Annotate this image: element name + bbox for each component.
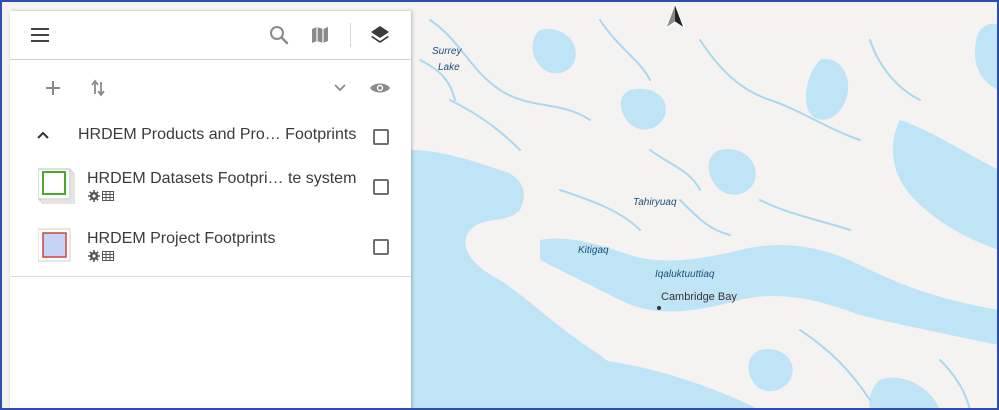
layer-datasets-icons <box>88 190 114 202</box>
datasets-visibility-checkbox[interactable] <box>373 179 389 195</box>
project-legend-thumbnail <box>37 227 74 263</box>
datasets-legend-thumbnail <box>37 167 75 204</box>
gear-icon[interactable] <box>88 190 100 202</box>
layer-list-divider <box>10 276 411 277</box>
layer-project-icons <box>88 250 114 262</box>
layer-name-datasets[interactable]: HRDEM Datasets Footpri… te system <box>87 170 356 188</box>
sort-arrows-icon[interactable] <box>86 76 110 100</box>
map-label-surrey: Surrey <box>432 46 462 57</box>
layers-panel: HRDEM Products and Pro… Footprints HRDEM… <box>10 11 411 410</box>
map-label-tahiryuaq: Tahiryuaq <box>633 197 677 208</box>
table-icon[interactable] <box>102 190 114 202</box>
map-icon[interactable] <box>308 23 332 47</box>
table-icon[interactable] <box>102 250 114 262</box>
panel-toolbar <box>10 11 411 60</box>
cambridge-bay-marker <box>657 306 661 310</box>
layers-icon[interactable] <box>368 23 392 47</box>
layer-name-project[interactable]: HRDEM Project Footprints <box>87 230 276 248</box>
chevron-down-icon[interactable] <box>328 76 352 100</box>
search-icon[interactable] <box>267 23 291 47</box>
hamburger-menu-icon[interactable] <box>28 23 52 47</box>
layer-group-title[interactable]: HRDEM Products and Pro… Footprints <box>78 126 356 144</box>
plus-icon[interactable] <box>41 76 65 100</box>
map-label-lake: Lake <box>438 62 460 73</box>
group-visibility-checkbox[interactable] <box>373 129 389 145</box>
collapse-group-chevron-icon[interactable] <box>36 125 50 145</box>
gear-icon[interactable] <box>88 250 100 262</box>
eye-icon[interactable] <box>368 76 392 100</box>
toolbar-separator <box>350 23 351 47</box>
map-label-kitigaq: Kitigaq <box>578 245 609 256</box>
map-label-iqaluktuuttiaq: Iqaluktuuttiaq <box>655 269 715 280</box>
project-visibility-checkbox[interactable] <box>373 239 389 255</box>
map-label-cambridge-bay: Cambridge Bay <box>661 291 737 303</box>
layer-tools-row <box>10 60 411 116</box>
